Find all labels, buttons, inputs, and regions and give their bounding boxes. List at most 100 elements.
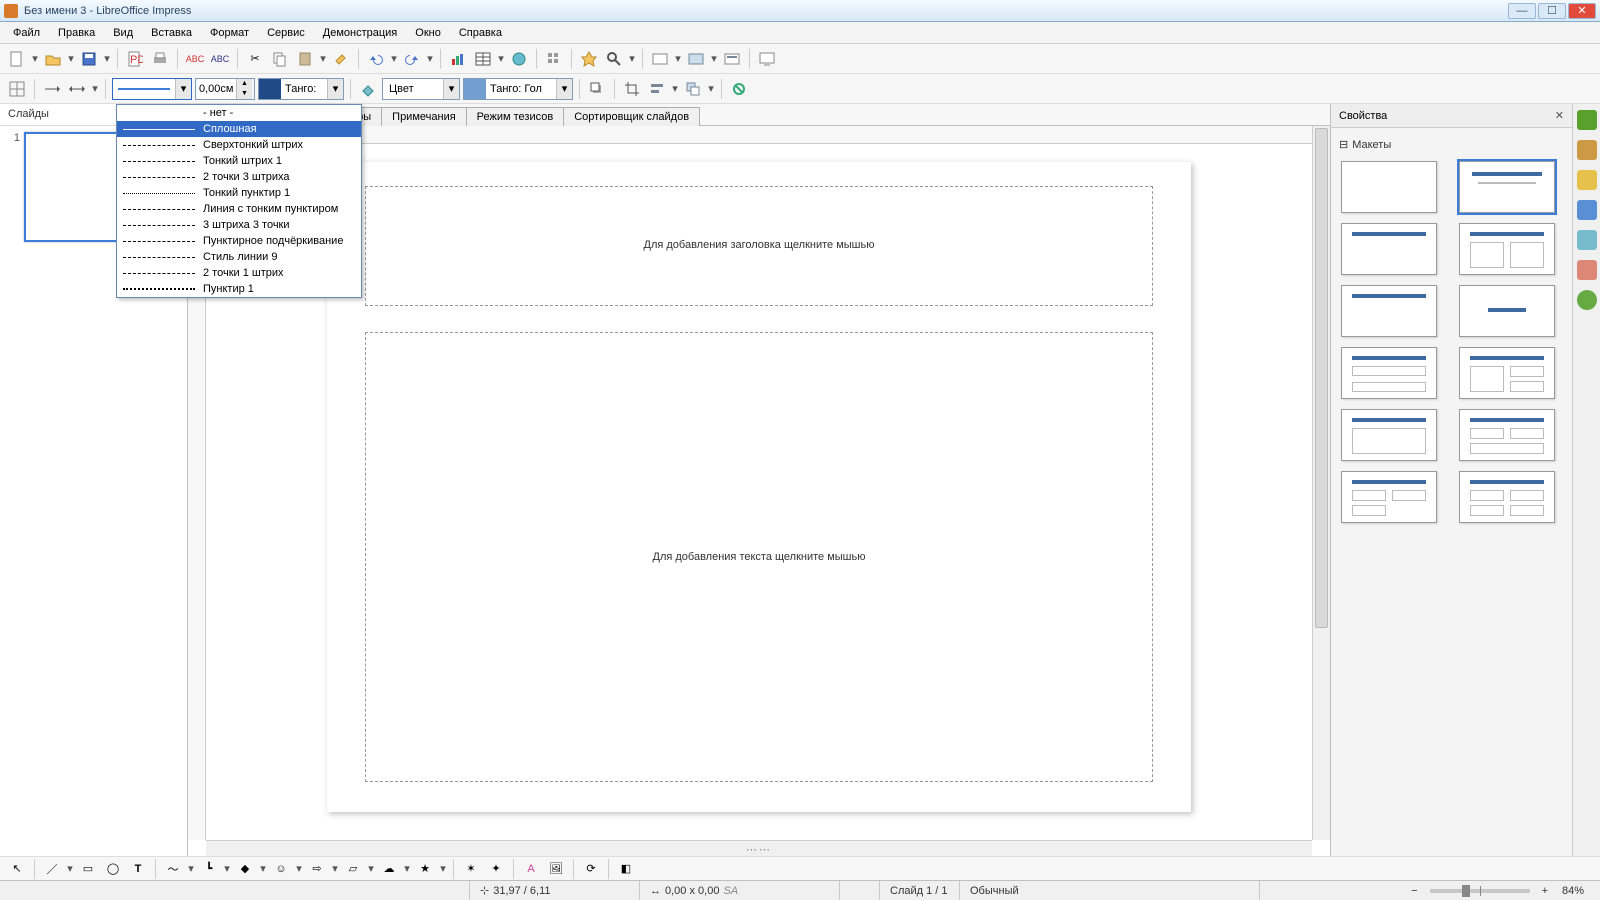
layout-4[interactable] bbox=[1459, 285, 1555, 337]
content-placeholder[interactable]: Для добавления текста щелкните мышью bbox=[365, 332, 1153, 782]
line-width-input[interactable] bbox=[196, 79, 236, 99]
select-tool-icon[interactable]: ↖ bbox=[6, 858, 28, 880]
connector-dropdown[interactable]: ▾ bbox=[223, 862, 231, 875]
block-arrows-icon[interactable]: ⇨ bbox=[306, 858, 328, 880]
gluepoints-icon[interactable]: ✦ bbox=[485, 858, 507, 880]
sidebar-master-icon[interactable] bbox=[1577, 140, 1597, 160]
auto-spellcheck-icon[interactable]: ABC bbox=[209, 48, 231, 70]
symbol-shapes-dropdown[interactable]: ▾ bbox=[295, 862, 303, 875]
zoom-dropdown[interactable]: ▾ bbox=[628, 52, 636, 65]
save-dropdown[interactable]: ▾ bbox=[103, 52, 111, 65]
zoom-out-icon[interactable]: − bbox=[1407, 885, 1421, 897]
undo-dropdown[interactable]: ▾ bbox=[390, 52, 398, 65]
basic-shapes-dropdown[interactable]: ▾ bbox=[259, 862, 267, 875]
line-style-option[interactable]: 2 точки 3 штриха bbox=[117, 169, 361, 185]
new-doc-dropdown[interactable]: ▾ bbox=[31, 52, 39, 65]
menu-edit[interactable]: Правка bbox=[51, 25, 102, 41]
layout-5[interactable] bbox=[1341, 347, 1437, 399]
copy-icon[interactable] bbox=[269, 48, 291, 70]
sidebar-properties-icon[interactable] bbox=[1577, 110, 1597, 130]
basic-shapes-icon[interactable]: ◆ bbox=[234, 858, 256, 880]
slide-dropdown[interactable]: ▾ bbox=[674, 52, 682, 65]
flowchart-icon[interactable]: ▱ bbox=[342, 858, 364, 880]
line-style-option[interactable]: Пунктир 1 bbox=[117, 281, 361, 297]
navigator-icon[interactable] bbox=[578, 48, 600, 70]
sidebar-styles-icon[interactable] bbox=[1577, 230, 1597, 250]
block-arrows-dropdown[interactable]: ▾ bbox=[331, 862, 339, 875]
crop-icon[interactable] bbox=[621, 78, 643, 100]
layout-3[interactable] bbox=[1341, 285, 1437, 337]
arrange-icon[interactable] bbox=[682, 78, 704, 100]
line-style-option[interactable]: Сплошная bbox=[117, 121, 361, 137]
text-tool-icon[interactable]: T bbox=[127, 858, 149, 880]
arrow-ends-icon[interactable] bbox=[66, 78, 88, 100]
open-dropdown[interactable]: ▾ bbox=[67, 52, 75, 65]
minimize-button[interactable]: — bbox=[1508, 3, 1536, 19]
spin-down-icon[interactable]: ▼ bbox=[236, 89, 252, 99]
fill-type-combo[interactable]: Цвет ▾ bbox=[382, 78, 460, 100]
flowchart-dropdown[interactable]: ▾ bbox=[367, 862, 375, 875]
hyperlink-icon[interactable] bbox=[508, 48, 530, 70]
print-icon[interactable] bbox=[149, 48, 171, 70]
zoom-in-icon[interactable]: + bbox=[1538, 885, 1552, 897]
extrusion-icon[interactable]: ◧ bbox=[615, 858, 637, 880]
close-button[interactable]: ✕ bbox=[1568, 3, 1596, 19]
sidebar-anim-icon[interactable] bbox=[1577, 170, 1597, 190]
line-tool-dropdown[interactable]: ▾ bbox=[66, 862, 74, 875]
callouts-dropdown[interactable]: ▾ bbox=[403, 862, 411, 875]
maximize-button[interactable]: ☐ bbox=[1538, 3, 1566, 19]
menu-view[interactable]: Вид bbox=[106, 25, 140, 41]
sidebar-navigator-icon[interactable] bbox=[1577, 290, 1597, 310]
open-icon[interactable] bbox=[42, 48, 64, 70]
slide[interactable]: Для добавления заголовка щелкните мышью … bbox=[327, 162, 1191, 812]
line-style-option[interactable]: Стиль линии 9 bbox=[117, 249, 361, 265]
table-icon[interactable] bbox=[472, 48, 494, 70]
layout-blank[interactable] bbox=[1341, 161, 1437, 213]
chart-icon[interactable] bbox=[447, 48, 469, 70]
format-paintbrush-icon[interactable] bbox=[330, 48, 352, 70]
title-placeholder[interactable]: Для добавления заголовка щелкните мышью bbox=[365, 186, 1153, 306]
line-color-combo[interactable]: Танго: ▾ bbox=[258, 78, 344, 100]
slide-design-dropdown[interactable]: ▾ bbox=[710, 52, 718, 65]
slide-design-icon[interactable] bbox=[685, 48, 707, 70]
tab-sorter[interactable]: Сортировщик слайдов bbox=[563, 107, 700, 126]
arrow-style-icon[interactable] bbox=[41, 78, 63, 100]
line-style-arrow-icon[interactable]: ▾ bbox=[175, 79, 191, 99]
redo-icon[interactable] bbox=[401, 48, 423, 70]
rect-tool-icon[interactable]: ▭ bbox=[77, 858, 99, 880]
spin-up-icon[interactable]: ▲ bbox=[236, 79, 252, 89]
show-grid-icon[interactable] bbox=[6, 78, 28, 100]
align-icon[interactable] bbox=[646, 78, 668, 100]
properties-close-icon[interactable]: ✕ bbox=[1555, 109, 1564, 122]
layout-6[interactable] bbox=[1459, 347, 1555, 399]
slide-canvas[interactable]: Для добавления заголовка щелкните мышью … bbox=[206, 144, 1312, 840]
status-zoom[interactable]: 84% bbox=[1552, 881, 1600, 900]
stars-icon[interactable]: ★ bbox=[414, 858, 436, 880]
export-pdf-icon[interactable]: PDF bbox=[124, 48, 146, 70]
line-style-option[interactable]: 3 штриха 3 точки bbox=[117, 217, 361, 233]
collapse-icon[interactable]: ⊟ bbox=[1339, 138, 1348, 151]
slide-icon[interactable] bbox=[649, 48, 671, 70]
menu-file[interactable]: Файл bbox=[6, 25, 47, 41]
sidebar-transition-icon[interactable] bbox=[1577, 200, 1597, 220]
menu-insert[interactable]: Вставка bbox=[144, 25, 199, 41]
fill-type-arrow-icon[interactable]: ▾ bbox=[443, 79, 459, 99]
presentation-icon[interactable] bbox=[756, 48, 778, 70]
curve-tool-icon[interactable]: ～ bbox=[162, 858, 184, 880]
callouts-icon[interactable]: ☁ bbox=[378, 858, 400, 880]
layout-8[interactable] bbox=[1459, 409, 1555, 461]
line-style-combo[interactable]: ▾ bbox=[112, 78, 192, 100]
zoom-icon[interactable] bbox=[603, 48, 625, 70]
line-style-option[interactable]: 2 точки 1 штрих bbox=[117, 265, 361, 281]
menu-format[interactable]: Формат bbox=[203, 25, 256, 41]
arrow-dropdown[interactable]: ▾ bbox=[91, 82, 99, 95]
points-edit-icon[interactable]: ✶ bbox=[460, 858, 482, 880]
tab-handout[interactable]: Режим тезисов bbox=[466, 107, 565, 126]
line-tool-icon[interactable]: ／ bbox=[41, 858, 63, 880]
menu-tools[interactable]: Сервис bbox=[260, 25, 312, 41]
line-style-option[interactable]: Пунктирное подчёркивание bbox=[117, 233, 361, 249]
vertical-scrollbar[interactable] bbox=[1312, 126, 1330, 840]
fill-color-arrow-icon[interactable]: ▾ bbox=[556, 79, 572, 99]
redo-dropdown[interactable]: ▾ bbox=[426, 52, 434, 65]
layout-title-only[interactable] bbox=[1341, 223, 1437, 275]
